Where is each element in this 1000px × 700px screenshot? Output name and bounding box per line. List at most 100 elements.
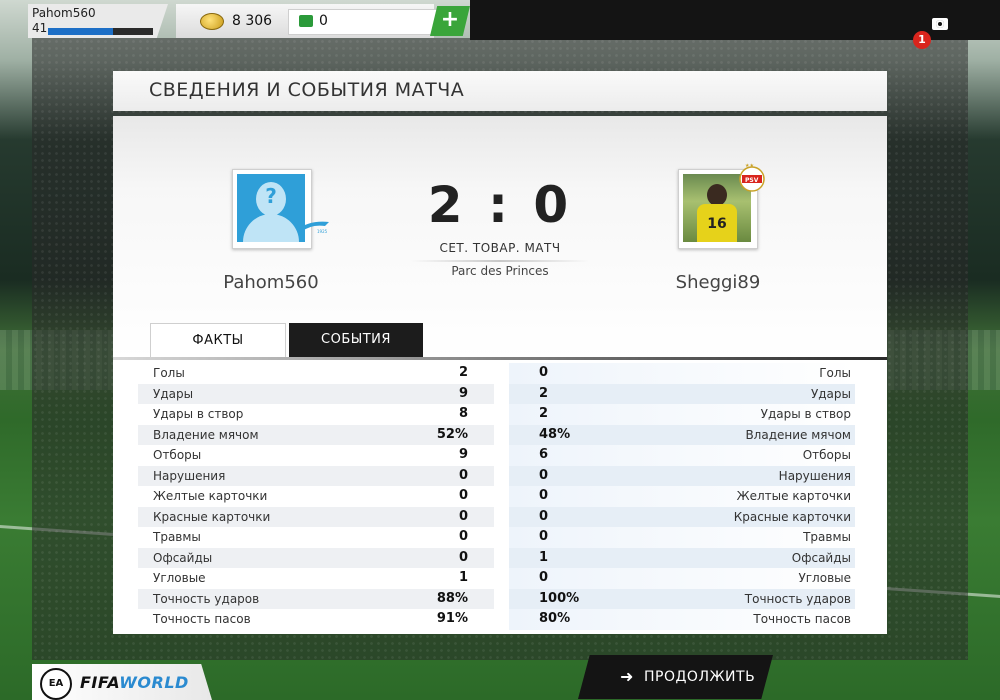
- match-type: СЕТ. ТОВАР. МАТЧ: [439, 241, 561, 255]
- stat-value-away: 0: [539, 508, 549, 524]
- home-stat-cell: Отборы 9: [138, 445, 494, 466]
- home-stat-cell: Желтые карточки 0: [138, 486, 494, 507]
- notification-badge[interactable]: 1: [913, 31, 931, 49]
- avatar-body-shape: [243, 214, 299, 242]
- stat-value-away: 0: [539, 467, 549, 483]
- stat-value-home: 0: [458, 549, 468, 565]
- tab-events[interactable]: СОБЫТИЯ: [289, 323, 423, 357]
- away-stat-cell: 0 Травмы: [509, 527, 855, 548]
- question-mark-icon: ?: [265, 184, 277, 208]
- coins-value: 8 306: [232, 13, 273, 29]
- stat-value-away: 0: [539, 570, 549, 585]
- stat-value-home: 52%: [436, 426, 468, 442]
- username-label: Pahom560: [32, 6, 96, 20]
- continue-button[interactable]: ➜ ПРОДОЛЖИТЬ: [578, 655, 773, 699]
- home-stat-cell: Удары 9: [138, 383, 494, 404]
- stat-value-home: 8: [458, 406, 468, 421]
- match-type-underline: [410, 260, 590, 262]
- cash-value: 0: [319, 13, 328, 29]
- player-head-shape: [707, 184, 727, 206]
- cash-icon: [299, 15, 313, 27]
- stat-label-home: Точность пасов: [153, 612, 251, 626]
- stat-label-away: Голы: [819, 366, 851, 380]
- continue-label: ПРОДОЛЖИТЬ: [644, 669, 756, 685]
- psv-badge-icon: PSV ★★: [739, 163, 765, 192]
- cash-box: 0: [288, 9, 438, 35]
- stats-row: Красные карточки 0 0 Красные карточки: [113, 506, 887, 527]
- ea-sports-logo: EA: [40, 668, 72, 700]
- stats-row: Офсайды 0 1 Офсайды: [113, 547, 887, 568]
- stats-row: Нарушения 0 0 Нарушения: [113, 465, 887, 486]
- stat-value-home: 0: [458, 508, 468, 524]
- stat-value-home: 9: [458, 447, 468, 462]
- stats-row: Голы 2 0 Голы: [113, 363, 887, 384]
- home-stat-cell: Нарушения 0: [138, 465, 494, 486]
- stats-row: Травмы 0 0 Травмы: [113, 527, 887, 548]
- match-card: ? 1925 16 PSV ★★ 2 : 0 СЕТ. ТОВАР. МАТЧ: [113, 116, 887, 634]
- home-stat-cell: Травмы 0: [138, 527, 494, 548]
- stats-row: Точность пасов 91% 80% Точность пасов: [113, 609, 887, 630]
- stat-label-home: Желтые карточки: [153, 489, 268, 503]
- stat-label-away: Желтые карточки: [736, 489, 851, 503]
- stat-value-away: 2: [539, 385, 549, 401]
- stat-label-away: Отборы: [802, 448, 851, 462]
- away-stat-cell: 0 Нарушения: [509, 465, 855, 486]
- camera-icon[interactable]: [932, 18, 948, 30]
- currency-box: 8 306 0: [176, 4, 438, 38]
- away-stat-cell: 2 Удары: [509, 383, 855, 404]
- stats-header-bar: [113, 357, 887, 360]
- stat-value-home: 88%: [436, 590, 468, 606]
- stat-value-away: 80%: [539, 611, 571, 626]
- stat-label-away: Офсайды: [791, 550, 851, 565]
- stats-table: Голы 2 0 Голы Удары 9 2 Удары Удары в створ 8 2 Уда…: [113, 363, 887, 630]
- stat-label-home: Точность ударов: [153, 591, 260, 606]
- page-title: СВЕДЕНИЯ И СОБЫТИЯ МАТЧА: [149, 79, 465, 101]
- svg-text:★★: ★★: [745, 163, 754, 169]
- stat-value-home: 0: [458, 467, 468, 483]
- stat-value-away: 0: [539, 365, 549, 380]
- player-number: 16: [707, 216, 727, 232]
- stat-label-home: Красные карточки: [153, 509, 271, 524]
- stat-value-away: 48%: [539, 426, 571, 442]
- match-score: 2 : 0: [427, 176, 573, 234]
- away-stat-cell: 0 Голы: [509, 363, 855, 384]
- svg-text:1925: 1925: [317, 229, 328, 234]
- home-stat-cell: Офсайды 0: [138, 547, 494, 568]
- zenit-badge-icon: 1925: [297, 221, 329, 234]
- away-stat-cell: 0 Желтые карточки: [509, 486, 855, 507]
- stat-value-away: 100%: [539, 590, 580, 606]
- stat-label-away: Удары в створ: [760, 407, 851, 421]
- user-profile-box[interactable]: Pahom560 41: [28, 4, 168, 38]
- stats-row: Удары в створ 8 2 Удары в створ: [113, 404, 887, 425]
- home-avatar[interactable]: ? 1925: [232, 169, 329, 249]
- stat-label-home: Удары в створ: [153, 407, 244, 421]
- stat-value-home: 0: [458, 529, 468, 544]
- home-stat-cell: Удары в створ 8: [138, 404, 494, 425]
- match-venue: Parc des Princes: [451, 264, 549, 278]
- stat-label-home: Нарушения: [153, 468, 226, 483]
- tab-facts[interactable]: ФАКТЫ: [150, 323, 286, 359]
- away-avatar[interactable]: 16 PSV ★★: [678, 163, 765, 249]
- stat-value-home: 0: [458, 488, 468, 503]
- stats-row: Угловые 1 0 Угловые: [113, 568, 887, 589]
- stats-row: Отборы 9 6 Отборы: [113, 445, 887, 466]
- stat-label-away: Удары: [810, 386, 851, 401]
- svg-text:PSV: PSV: [745, 177, 759, 184]
- world-text: WORLD: [119, 673, 189, 692]
- stat-value-away: 2: [539, 406, 549, 421]
- stat-label-home: Владение мячом: [153, 427, 259, 442]
- stat-value-home: 9: [458, 385, 468, 401]
- stat-label-away: Угловые: [798, 571, 851, 585]
- stat-label-home: Удары: [153, 386, 194, 401]
- away-stat-cell: 1 Офсайды: [509, 547, 855, 568]
- fifa-text: FIFA: [80, 673, 120, 692]
- stat-label-away: Травмы: [803, 530, 851, 544]
- home-stat-cell: Владение мячом 52%: [138, 424, 494, 445]
- stats-row: Удары 9 2 Удары: [113, 383, 887, 404]
- stat-value-home: 1: [458, 570, 468, 585]
- stats-row: Владение мячом 52% 48% Владение мячом: [113, 424, 887, 445]
- home-stat-cell: Точность пасов 91%: [138, 609, 494, 630]
- away-stat-cell: 2 Удары в створ: [509, 404, 855, 425]
- stat-label-away: Точность ударов: [744, 591, 851, 606]
- home-stat-cell: Угловые 1: [138, 568, 494, 589]
